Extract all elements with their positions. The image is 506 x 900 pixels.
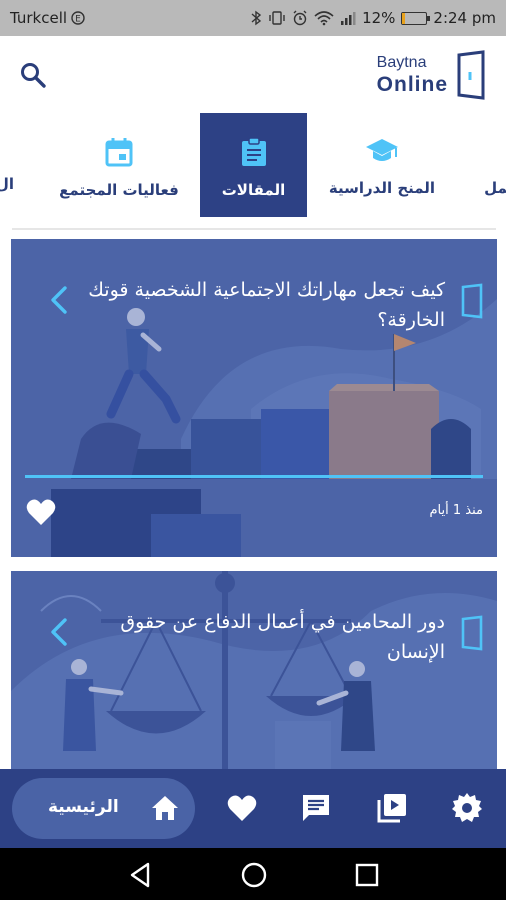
door-logo-icon	[461, 615, 483, 651]
bluetooth-icon	[251, 10, 262, 26]
graduation-cap-icon	[366, 139, 398, 161]
tab-label: فعاليات المجتمع	[59, 181, 179, 199]
calendar-icon	[105, 138, 133, 167]
bottom-navigation: الرئيسية	[0, 769, 506, 848]
tab-label: ال	[0, 175, 15, 193]
nav-home-button[interactable]: الرئيسية	[12, 778, 195, 839]
tabs-divider	[12, 228, 496, 230]
logo-line2: Online	[376, 73, 448, 96]
tab-partial-left[interactable]: ال	[0, 113, 16, 217]
door-logo-icon	[461, 283, 483, 319]
alarm-icon	[293, 10, 307, 26]
battery-icon	[401, 11, 431, 25]
tab-label: المنح الدراسية	[328, 179, 436, 197]
app-header: Baytna Online	[0, 36, 506, 114]
app-logo[interactable]: Baytna Online	[377, 50, 486, 100]
status-bar: Turkcell E 12% 2:24 pm	[0, 0, 506, 36]
home-circle-icon[interactable]	[239, 860, 269, 890]
nav-home-label: الرئيسية	[48, 797, 119, 817]
status-time: 2:24 pm	[433, 9, 496, 27]
heart-icon[interactable]	[25, 497, 57, 527]
system-navigation-bar	[0, 848, 506, 900]
tab-scholarships[interactable]: المنح الدراسية	[320, 113, 444, 217]
category-tabs: عمل المنح الدراسية المقالات	[0, 113, 506, 217]
tab-label: عمل	[484, 179, 506, 197]
signal-icon	[341, 12, 356, 25]
svg-text:E: E	[75, 15, 81, 25]
tab-label: المقالات	[221, 181, 286, 199]
back-triangle-icon[interactable]	[126, 860, 156, 890]
tab-articles[interactable]: المقالات	[200, 113, 307, 217]
recents-square-icon[interactable]	[352, 860, 382, 890]
battery-percent: 12%	[362, 9, 396, 27]
settings-icon[interactable]	[451, 792, 483, 824]
article-card[interactable]: كيف تجعل مهاراتك الاجتماعية الشخصية قوتك…	[11, 239, 497, 557]
wifi-icon	[314, 11, 334, 26]
app-screen: Turkcell E 12% 2:24 pm Baytna Online مل …	[0, 0, 506, 900]
article-time: منذ 1 أيام	[429, 503, 484, 518]
carrier-name: Turkcell	[10, 9, 68, 27]
article-title: دور المحامين في أعمال الدفاع عن حقوق الإ…	[120, 611, 445, 663]
video-library-icon[interactable]	[376, 792, 408, 824]
door-logo-icon	[457, 50, 485, 100]
justice-scales-illustration	[11, 571, 497, 771]
clipboard-icon	[241, 137, 266, 166]
card-divider-line	[25, 475, 483, 478]
tab-community-events[interactable]: فعاليات المجتمع	[54, 113, 184, 217]
article-card[interactable]: دور المحامين في أعمال الدفاع عن حقوق الإ…	[11, 571, 497, 771]
heart-icon[interactable]	[226, 792, 258, 824]
e-data-icon: E	[71, 11, 85, 25]
chat-icon[interactable]	[300, 792, 332, 824]
search-icon[interactable]	[18, 60, 48, 90]
vibrate-icon	[269, 11, 285, 25]
article-title: كيف تجعل مهاراتك الاجتماعية الشخصية قوتك…	[88, 279, 445, 331]
logo-line1: Baytna	[376, 54, 427, 71]
tab-work[interactable]: عمل	[456, 113, 506, 217]
home-icon	[152, 796, 178, 820]
